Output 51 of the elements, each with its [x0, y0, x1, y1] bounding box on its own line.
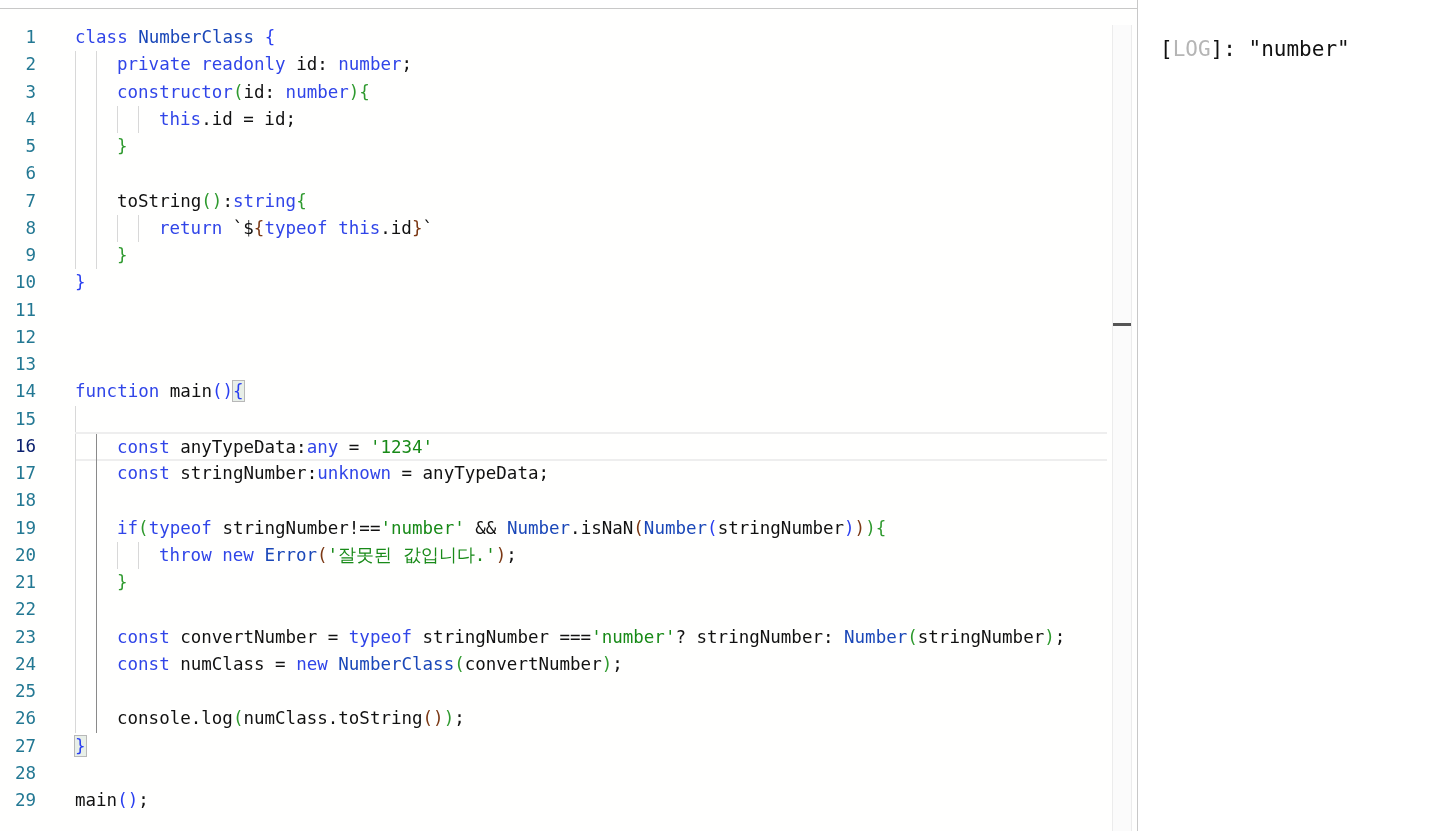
- line-number: 22: [13, 598, 36, 622]
- line-number: 11: [13, 298, 36, 322]
- overview-ruler[interactable]: [1112, 25, 1132, 831]
- line-number: 19: [13, 516, 36, 540]
- code-line: const convertNumber = typeof stringNumber ==='number'? stringNumber: Number(stringNumber);: [117, 625, 1066, 649]
- code-line: }: [117, 571, 128, 594]
- code-line: function main(){: [75, 380, 244, 404]
- code-line: const stringNumber:unknown = anyTypeData;: [117, 462, 549, 485]
- line-number: 24: [13, 652, 36, 676]
- cursor-marker: [1113, 323, 1131, 326]
- line-number: 18: [13, 489, 36, 513]
- code-line: }: [75, 271, 86, 295]
- line-number: 23: [13, 625, 36, 649]
- line-number: 9: [24, 244, 36, 267]
- code-line: main();: [75, 789, 149, 812]
- line-number: 6: [24, 162, 36, 186]
- code-line: const numClass = new NumberClass(convertNumber);: [117, 652, 623, 676]
- line-number: 16: [13, 434, 36, 458]
- log-message: [LOG]: "number": [1160, 36, 1351, 63]
- line-number: 28: [13, 761, 36, 785]
- line-number: 10: [13, 271, 36, 295]
- line-number: 14: [13, 380, 36, 404]
- code-line: }: [117, 135, 128, 158]
- code-line: toString():string{: [117, 189, 307, 213]
- line-number: 2: [24, 53, 36, 77]
- line-number: 17: [13, 462, 36, 485]
- line-number: 3: [24, 80, 36, 104]
- code-line: const anyTypeData:any = '1234': [117, 435, 434, 459]
- code-line: private readonly id: number;: [117, 53, 413, 77]
- line-number: 7: [24, 189, 36, 213]
- line-number: 13: [13, 353, 36, 376]
- line-number: 8: [24, 216, 36, 240]
- code-line: console.log(numClass.toString());: [117, 707, 465, 731]
- line-number: 5: [24, 135, 36, 158]
- line-number: 21: [13, 571, 36, 594]
- line-number: 20: [13, 543, 36, 567]
- line-number: 12: [13, 325, 36, 349]
- line-number: 4: [24, 107, 36, 131]
- line-number: 15: [13, 407, 36, 431]
- line-number: 26: [13, 707, 36, 731]
- line-number: 1: [24, 26, 36, 49]
- code-line: class NumberClass {: [75, 26, 276, 49]
- code-line: if(typeof stringNumber!=='number' && Number.isNaN(Number(stringNumber))){: [117, 516, 887, 540]
- code-line: }: [117, 244, 128, 267]
- code-line: throw new Error('잘못된 값입니다.');: [159, 543, 517, 567]
- line-number: 29: [13, 789, 36, 812]
- line-number: 27: [13, 734, 36, 758]
- code-line: return `${typeof this.id}`: [159, 216, 433, 240]
- code-line: this.id = id;: [159, 107, 296, 131]
- code-line: constructor(id: number){: [117, 80, 370, 104]
- line-number: 25: [13, 680, 36, 703]
